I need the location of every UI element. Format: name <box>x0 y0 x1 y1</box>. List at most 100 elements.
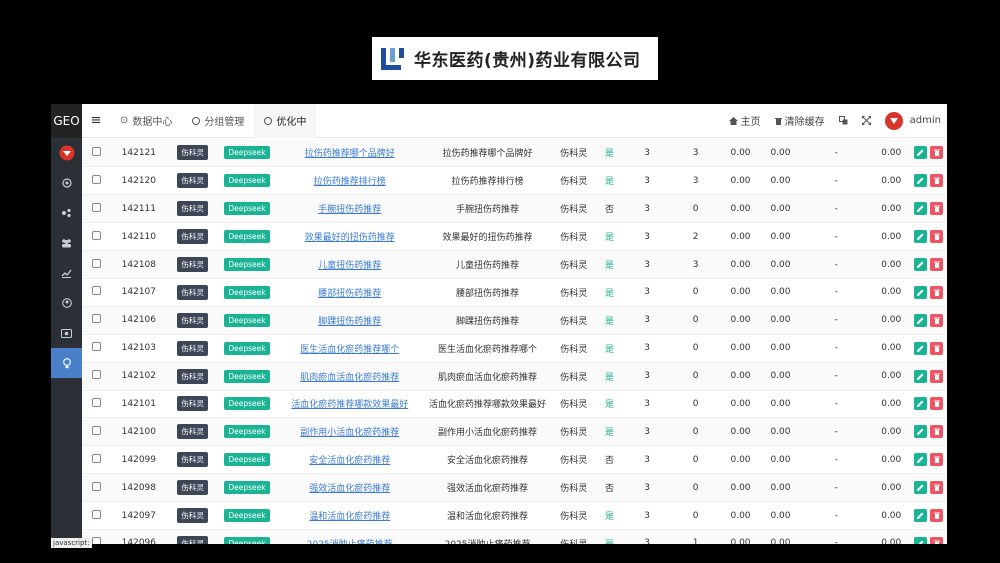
row-checkbox[interactable] <box>91 174 101 184</box>
delete-button[interactable] <box>930 285 944 299</box>
trash-icon <box>933 177 940 185</box>
home-link[interactable]: 主页 <box>728 113 761 128</box>
question-link[interactable]: 医生活血化瘀药推荐哪个 <box>300 345 399 355</box>
delete-button[interactable] <box>930 536 944 544</box>
question-link[interactable]: 2025消肿止痛药推荐 <box>307 540 393 544</box>
tab-data-center[interactable]: ⊙ 数据中心 <box>110 104 182 138</box>
edit-button[interactable] <box>914 146 928 160</box>
delete-button[interactable] <box>930 425 944 439</box>
question-link[interactable]: 安全活血化瘀药推荐 <box>309 456 390 466</box>
question-link[interactable]: 强效活血化瘀药推荐 <box>309 484 390 494</box>
delete-button[interactable] <box>930 146 944 160</box>
tab-optimizing[interactable]: 优化中 <box>254 104 317 138</box>
engine-cell: Deepseek <box>217 278 277 307</box>
delete-button[interactable] <box>930 174 944 188</box>
row-checkbox[interactable] <box>91 202 101 212</box>
row-checkbox[interactable] <box>91 146 101 156</box>
question-cell: 肌肉瘀血活血化瘀药推荐 <box>276 362 424 391</box>
row-checkbox[interactable] <box>91 314 101 324</box>
delete-button[interactable] <box>930 481 944 495</box>
edit-button[interactable] <box>914 425 928 439</box>
question-link[interactable]: 效果最好的扭伤药推荐 <box>305 233 395 243</box>
tab-group-management[interactable]: 分组管理 <box>182 104 254 138</box>
delete-button[interactable] <box>930 202 944 216</box>
edit-button[interactable] <box>914 481 928 495</box>
sidebar-item-chart[interactable] <box>51 258 82 288</box>
edit-button[interactable] <box>914 313 928 327</box>
user-menu[interactable]: admin <box>884 111 941 130</box>
keyword-cell: 医生活血化瘀药推荐哪个 <box>423 334 553 363</box>
row-checkbox[interactable] <box>91 258 101 268</box>
question-link[interactable]: 腰部扭伤药推荐 <box>318 289 381 299</box>
question-link[interactable]: 拉伤药推荐排行榜 <box>314 177 386 187</box>
row-checkbox[interactable] <box>91 453 101 463</box>
sidebar-item-optimize[interactable] <box>51 348 82 378</box>
edit-button[interactable] <box>914 258 928 271</box>
edit-button[interactable] <box>914 341 928 355</box>
sidebar-item-profile[interactable] <box>51 288 82 318</box>
delete-button[interactable] <box>930 397 944 411</box>
status-cell: 是 <box>595 278 624 307</box>
value-c-cell: 0.00 <box>720 222 761 252</box>
value-f-cell: 0.00 <box>872 278 911 307</box>
question-link[interactable]: 副作用小活血化瘀药推荐 <box>300 428 399 438</box>
fullscreen-button[interactable] <box>861 116 871 125</box>
row-checkbox[interactable] <box>91 425 101 435</box>
row-checkbox[interactable] <box>91 370 101 380</box>
row-checkbox[interactable] <box>91 230 101 240</box>
row-checkbox-cell <box>82 194 111 224</box>
edit-button[interactable] <box>914 202 928 216</box>
clear-cache-button[interactable]: 清除缓存 <box>774 113 825 128</box>
delete-button[interactable] <box>930 453 944 467</box>
edit-button[interactable] <box>914 285 928 299</box>
menu-toggle-icon[interactable]: ≡ <box>82 113 110 128</box>
value-e-cell: - <box>800 250 873 279</box>
delete-button[interactable] <box>930 369 944 383</box>
row-checkbox[interactable] <box>91 397 101 407</box>
question-link[interactable]: 肌肉瘀血活血化瘀药推荐 <box>300 373 399 383</box>
category-badge: 伤科灵 <box>177 368 208 384</box>
table-row: 142099 伤科灵 Deepseek 安全活血化瘀药推荐 安全活血化瘀药推荐 伤科灵否 3… <box>82 445 947 475</box>
delete-button[interactable] <box>930 230 944 244</box>
delete-button[interactable] <box>930 341 944 355</box>
row-checkbox[interactable] <box>91 509 101 519</box>
category-cell: 伤科灵 <box>167 139 218 168</box>
value-e-cell: - <box>800 334 873 363</box>
translate-icon <box>838 116 848 125</box>
edit-button[interactable] <box>914 453 928 467</box>
row-checkbox[interactable] <box>91 537 101 544</box>
table-row: 142121 伤科灵 Deepseek 拉伤药推荐哪个品牌好 拉伤药推荐哪个品牌好 伤科灵… <box>82 139 947 168</box>
pencil-icon <box>917 317 924 324</box>
sidebar-item-network[interactable] <box>51 198 82 228</box>
trash-icon <box>933 345 940 352</box>
company-banner: 华东医药(贵州)药业有限公司 <box>372 37 658 80</box>
edit-button[interactable] <box>914 174 928 188</box>
row-checkbox[interactable] <box>91 286 101 296</box>
delete-button[interactable] <box>930 509 944 523</box>
question-link[interactable]: 儿童扭伤药推荐 <box>318 261 381 271</box>
translate-button[interactable] <box>838 116 848 125</box>
question-link[interactable]: 活血化瘀药推荐哪款效果最好 <box>291 400 408 410</box>
row-checkbox[interactable] <box>91 342 101 352</box>
status-cell: 否 <box>595 194 624 224</box>
sidebar-item-dashboard[interactable] <box>51 168 82 198</box>
sidebar-item-users[interactable] <box>51 228 82 258</box>
question-link[interactable]: 温和活血化瘀药推荐 <box>309 512 390 522</box>
edit-button[interactable] <box>914 230 928 244</box>
edit-button[interactable] <box>914 536 928 544</box>
question-link[interactable]: 手腕扭伤药推荐 <box>318 205 381 215</box>
edit-button[interactable] <box>914 397 928 411</box>
sidebar-item-money[interactable] <box>51 318 82 348</box>
question-link[interactable]: 拉伤药推荐哪个品牌好 <box>305 149 395 159</box>
question-link[interactable]: 脚踝扭伤药推荐 <box>318 317 381 327</box>
row-checkbox[interactable] <box>91 481 101 491</box>
trash-icon <box>933 400 940 408</box>
sidebar-brand[interactable]: GEO <box>51 104 82 138</box>
id-cell: 142099 <box>110 445 168 475</box>
delete-button[interactable] <box>930 258 944 271</box>
edit-button[interactable] <box>914 509 928 523</box>
brand-cell: 伤科灵 <box>552 362 596 391</box>
edit-button[interactable] <box>914 369 928 383</box>
sidebar: GEO <box>51 104 82 544</box>
delete-button[interactable] <box>930 313 944 327</box>
